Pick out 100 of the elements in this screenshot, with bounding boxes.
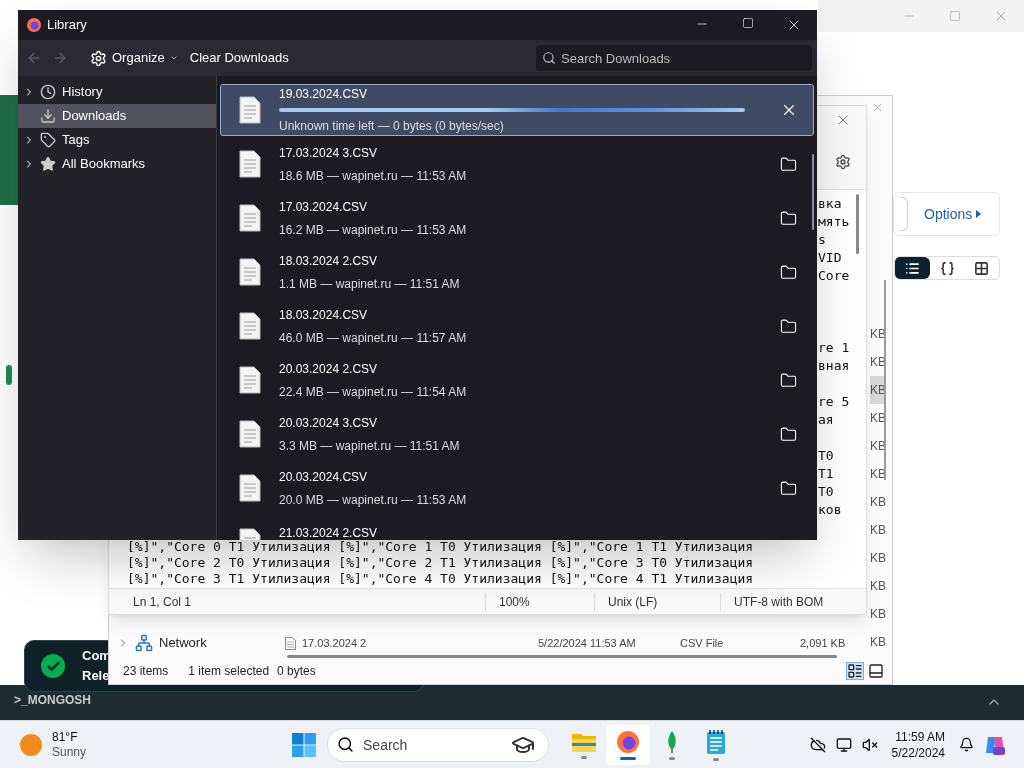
status-text: Unix (LF)	[594, 592, 720, 611]
clock-icon	[40, 84, 56, 100]
size-text: KB	[870, 494, 886, 511]
status-text: 100%	[485, 592, 594, 611]
check-icon	[41, 654, 65, 678]
folder-icon[interactable]	[780, 209, 797, 227]
document-icon	[239, 96, 261, 124]
download-item[interactable]: 20.03.2024 3.CSV 3.3 MB — wapinet.ru — 11:51 AM	[220, 408, 814, 460]
folder-icon[interactable]	[780, 155, 797, 173]
download-item[interactable]: 21.03.2024 2.CSV	[220, 516, 814, 540]
start-icon[interactable]	[292, 732, 317, 757]
size-text: KB	[870, 606, 886, 623]
taskbar-app[interactable]	[606, 724, 651, 765]
sidebar-item[interactable]: Downloads	[18, 104, 216, 128]
text-fragment: мять	[818, 213, 850, 231]
clock[interactable]: 11:59 AM 5/22/2024	[891, 728, 945, 761]
weather-widget[interactable]: 81°F Sunny	[20, 729, 87, 760]
text-fragment: Core	[818, 267, 850, 285]
tag-icon	[40, 132, 56, 148]
grid-icon	[974, 260, 990, 276]
download-status: 46.0 MB — wapinet.ru — 11:57 AM	[279, 329, 468, 347]
file-name: 19.03.2024.CSV	[279, 86, 369, 103]
document-icon	[239, 312, 261, 340]
folder-icon[interactable]	[780, 371, 797, 389]
download-item[interactable]: 17.03.2024.CSV 16.2 MB — wapinet.ru — 11:53 AM	[220, 192, 814, 244]
status-text: UTF-8 with BOM	[720, 592, 824, 611]
browser-logo-icon	[26, 17, 42, 33]
text-fragment: s	[818, 231, 827, 249]
file-row[interactable]: 17.03.2024 2 5/22/2024 11:53 AM CSV File 2,091 KB	[285, 634, 846, 652]
browser-logo-icon[interactable]	[616, 729, 641, 754]
sidebar-item[interactable]: All Bookmarks	[18, 152, 216, 176]
details-view-icon[interactable]	[846, 662, 864, 680]
bell-icon[interactable]	[959, 737, 974, 752]
shell-bar[interactable]: >_MONGOSH	[0, 685, 1024, 720]
file-name: 18.03.2024.CSV	[279, 306, 369, 324]
file-name: 21.03.2024 2.CSV	[279, 525, 379, 540]
download-item[interactable]: 18.03.2024 2.CSV 1.1 MB — wapinet.ru — 11:51 AM	[220, 246, 814, 298]
text-fragment: ая	[818, 411, 835, 429]
folder-icon[interactable]	[780, 317, 797, 335]
text-fragment: ков	[818, 501, 843, 519]
download-status: 3.3 MB — wapinet.ru — 11:51 AM	[279, 437, 461, 455]
folder-icon[interactable]	[780, 479, 797, 497]
download-item[interactable]: 19.03.2024.CSV Unknown time left — 0 bytes (0 bytes/sec)	[220, 84, 814, 136]
folder-icon[interactable]	[780, 263, 797, 281]
size-text: KB	[870, 578, 886, 595]
item-count: 23 items	[123, 663, 169, 680]
document-icon	[239, 150, 261, 178]
download-status: 22.4 MB — wapinet.ru — 11:54 AM	[279, 383, 468, 401]
selection-info: 1 item selected	[188, 663, 270, 680]
download-item[interactable]: 17.03.2024 3.CSV 18.6 MB — wapinet.ru — 11:53 AM	[220, 138, 814, 190]
document-icon	[239, 474, 261, 502]
settings-icon[interactable]	[835, 153, 851, 170]
gear-icon	[90, 49, 107, 67]
sun-icon	[20, 733, 42, 756]
scrollbar[interactable]	[287, 655, 837, 658]
download-item[interactable]: 18.03.2024.CSV 46.0 MB — wapinet.ru — 11:57 AM	[220, 300, 814, 352]
document-icon	[239, 204, 261, 232]
toast-text: Rele	[82, 667, 111, 685]
tiles-view-icon[interactable]	[868, 663, 884, 679]
braces-icon	[939, 260, 955, 276]
status-text: Ln 1, Col 1	[132, 593, 193, 611]
leaf-icon[interactable]	[666, 729, 679, 754]
download-icon	[40, 108, 56, 124]
star-icon	[40, 156, 56, 172]
search-field[interactable]: Search	[327, 727, 550, 762]
nav-item[interactable]: Network	[117, 632, 207, 654]
text-fragment: VID	[818, 249, 843, 267]
sidebar-item[interactable]: History	[18, 80, 216, 104]
folder-icon[interactable]	[780, 425, 797, 443]
download-item[interactable]: 20.03.2024.CSV 20.0 MB — wapinet.ru — 11:53 AM	[220, 462, 814, 514]
organize-button[interactable]: Organize	[90, 48, 178, 68]
scrollbar[interactable]	[884, 280, 886, 480]
scrollbar[interactable]	[856, 194, 859, 254]
notepad-icon[interactable]	[706, 728, 727, 755]
document-icon	[239, 258, 261, 286]
input-field[interactable]	[900, 197, 908, 231]
text-fragment: вка	[818, 195, 843, 213]
network-icon	[135, 634, 153, 652]
clear-downloads-button[interactable]: Clear Downloads	[189, 48, 289, 68]
monitor-icon[interactable]	[835, 736, 852, 753]
scrollbar[interactable]	[812, 154, 814, 230]
text-fragment: вная	[818, 357, 850, 375]
text-line: [%]","Core 0 T1 Утилизация [%]","Core 1 T0 Утилизация [%]","Core 1 T1 Утилизация	[127, 539, 754, 555]
size-text: KB	[870, 522, 886, 539]
download-status: 1.1 MB — wapinet.ru — 11:51 AM	[279, 275, 461, 293]
file-name: 17.03.2024 3.CSV	[279, 144, 379, 162]
download-item[interactable]: 20.03.2024 2.CSV 22.4 MB — wapinet.ru — 11:54 AM	[220, 354, 814, 406]
download-status: 20.0 MB — wapinet.ru — 11:53 AM	[279, 491, 468, 509]
file-name: 20.03.2024 3.CSV	[279, 414, 379, 432]
size-text: KB	[870, 634, 886, 651]
text-fragment: T0	[818, 447, 835, 465]
sidebar-item[interactable]: Tags	[18, 128, 216, 152]
mute-icon[interactable]	[861, 736, 878, 753]
selection-size: 0 bytes	[277, 663, 316, 680]
size-text: KB	[870, 550, 886, 567]
search-field[interactable]: Search Downloads	[536, 45, 812, 71]
list-icon	[904, 260, 920, 276]
file-name: 20.03.2024 2.CSV	[279, 360, 379, 378]
cloud-off-icon[interactable]	[809, 736, 826, 753]
view-toggle[interactable]	[895, 257, 930, 279]
